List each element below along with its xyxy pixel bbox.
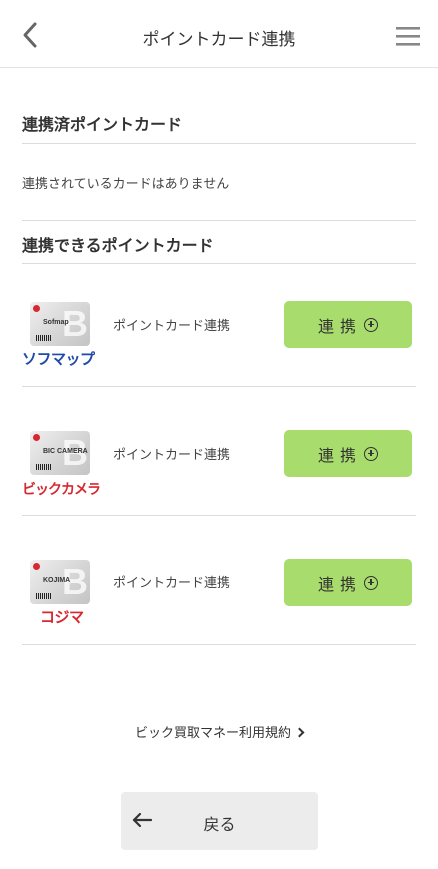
terms-link-label: ビック買取マネー利用規約 bbox=[134, 726, 291, 741]
hamburger-menu-icon[interactable] bbox=[394, 22, 424, 52]
sofmap-card-image: B Sofmap bbox=[30, 302, 90, 346]
link-kojima-button[interactable]: 連携 bbox=[284, 559, 412, 606]
divider bbox=[22, 143, 416, 144]
plus-circle-icon bbox=[364, 317, 378, 332]
kojima-card-image: B KOJIMA bbox=[30, 560, 90, 604]
page-title: ポイントカード連携 bbox=[142, 30, 296, 50]
plus-circle-icon bbox=[364, 575, 378, 590]
app-header: ポイントカード連携 bbox=[0, 0, 438, 68]
card-link-label: ポイントカード連携 bbox=[113, 576, 231, 591]
link-sofmap-button[interactable]: 連携 bbox=[284, 301, 412, 348]
chevron-right-icon bbox=[294, 727, 305, 738]
card-row-biccamera: B BIC CAMERA ビックカメラ ポイントカード連携 連携 bbox=[22, 387, 416, 516]
back-button-label: 戻る bbox=[203, 815, 236, 834]
back-button[interactable]: 戻る bbox=[121, 792, 318, 850]
terms-link[interactable]: ビック買取マネー利用規約 bbox=[0, 722, 438, 741]
sofmap-logo: ソフマップ bbox=[22, 351, 95, 368]
card-row-kojima: B KOJIMA コジマ ポイントカード連携 連携 bbox=[22, 516, 416, 645]
link-biccamera-button[interactable]: 連携 bbox=[284, 430, 412, 477]
linked-cards-heading: 連携済ポイントカード bbox=[22, 115, 183, 134]
card-row-sofmap: B Sofmap ソフマップ ポイントカード連携 連携 bbox=[22, 258, 416, 387]
plus-circle-icon bbox=[364, 446, 378, 461]
card-link-label: ポイントカード連携 bbox=[113, 448, 231, 463]
card-link-label: ポイントカード連携 bbox=[113, 319, 231, 334]
biccamera-logo: ビックカメラ bbox=[22, 481, 101, 497]
available-cards-heading: 連携できるポイントカード bbox=[22, 236, 214, 255]
biccamera-card-image: B BIC CAMERA bbox=[30, 431, 90, 475]
empty-linked-message: 連携されているカードはありません bbox=[22, 177, 230, 192]
divider bbox=[22, 220, 416, 221]
kojima-logo: コジマ bbox=[40, 609, 84, 626]
